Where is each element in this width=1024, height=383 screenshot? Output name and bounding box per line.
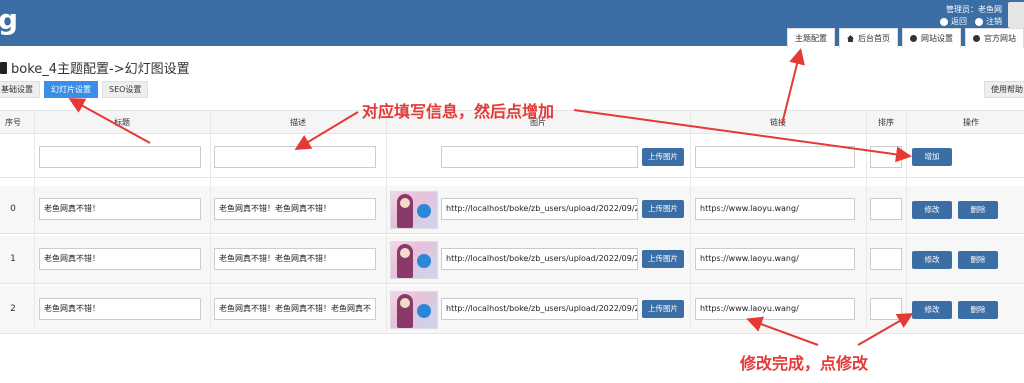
slide-thumbnail <box>390 291 438 329</box>
desc-input[interactable]: 老鱼网真不错！老鱼网真不错！ <box>214 198 376 220</box>
col-index: 序号 <box>5 118 21 127</box>
upload-button[interactable]: 上传图片 <box>642 250 684 268</box>
edit-button[interactable]: 修改 <box>912 251 952 269</box>
col-divider <box>210 110 211 330</box>
link-input[interactable]: https://www.laoyu.wang/ <box>695 298 855 320</box>
fill-hint-annotation: 对应填写信息，然后点增加 <box>362 102 555 121</box>
back-icon <box>940 17 948 26</box>
book-icon <box>0 61 7 74</box>
back-link[interactable]: 返回 <box>940 16 967 27</box>
new-title-input[interactable] <box>39 146 201 168</box>
edit-button[interactable]: 修改 <box>912 301 952 319</box>
globe-icon <box>973 35 980 42</box>
logout-link[interactable]: 注销 <box>975 16 1002 27</box>
edit-button[interactable]: 修改 <box>912 201 952 219</box>
table-row: 2 老鱼网真不错！ 老鱼网真不错！老鱼网真不错！老鱼网真不 http://loc… <box>0 286 1024 334</box>
link-input[interactable]: https://www.laoyu.wang/ <box>695 248 855 270</box>
new-desc-input[interactable] <box>214 146 376 168</box>
desc-input[interactable]: 老鱼网真不错！老鱼网真不错！ <box>214 248 376 270</box>
col-desc: 描述 <box>290 118 306 127</box>
page-title: boke_4主题配置->幻灯图设置 <box>0 58 190 77</box>
tab-official-site[interactable]: 官方网站 <box>965 28 1024 48</box>
order-input[interactable] <box>870 198 902 220</box>
site-logo[interactable]: g <box>0 6 18 34</box>
title-input[interactable]: 老鱼网真不错！ <box>39 248 201 270</box>
top-tabs: 主题配置 后台首页 网站设置 官方网站 <box>787 28 1024 48</box>
row-index: 0 <box>10 204 16 214</box>
subtab-slides[interactable]: 幻灯片设置 <box>44 81 98 98</box>
col-divider <box>906 110 907 330</box>
new-link-input[interactable] <box>695 146 855 168</box>
add-button[interactable]: 增加 <box>912 148 952 166</box>
sub-tabs: 基础设置 幻灯片设置 SEO设置 <box>0 81 149 98</box>
row-index: 2 <box>10 304 16 314</box>
link-input[interactable]: https://www.laoyu.wang/ <box>695 198 855 220</box>
col-title: 标题 <box>114 118 130 127</box>
home-icon <box>847 35 854 42</box>
col-link: 链接 <box>770 118 786 127</box>
delete-button[interactable]: 删除 <box>958 201 998 219</box>
upload-button[interactable]: 上传图片 <box>642 300 684 318</box>
tab-theme-config[interactable]: 主题配置 <box>787 28 835 48</box>
subtab-basic[interactable]: 基础设置 <box>0 81 40 98</box>
col-divider <box>690 110 691 330</box>
col-divider <box>34 110 35 330</box>
image-url-input[interactable]: http://localhost/boke/zb_users/upload/20… <box>441 248 638 270</box>
order-input[interactable] <box>870 298 902 320</box>
table-row: 1 老鱼网真不错！ 老鱼网真不错！老鱼网真不错！ http://localhos… <box>0 236 1024 284</box>
tab-site-settings[interactable]: 网站设置 <box>902 28 961 48</box>
header-links: 返回 注销 <box>940 16 1002 27</box>
desc-input[interactable]: 老鱼网真不错！老鱼网真不错！老鱼网真不 <box>214 298 376 320</box>
tab-admin-home[interactable]: 后台首页 <box>839 28 898 48</box>
avatar[interactable] <box>1008 2 1024 28</box>
gear-icon <box>910 35 917 42</box>
col-divider <box>866 110 867 330</box>
delete-button[interactable]: 删除 <box>958 301 998 319</box>
upload-button[interactable]: 上传图片 <box>642 200 684 218</box>
new-slide-row: 上传图片 增加 <box>0 134 1024 178</box>
new-order-input[interactable] <box>870 146 902 168</box>
col-divider <box>386 110 387 330</box>
title-input[interactable]: 老鱼网真不错！ <box>39 198 201 220</box>
help-button[interactable]: 使用帮助 <box>984 81 1024 98</box>
power-icon <box>975 17 983 26</box>
slide-thumbnail <box>390 241 438 279</box>
delete-button[interactable]: 删除 <box>958 251 998 269</box>
subtab-seo[interactable]: SEO设置 <box>102 81 149 98</box>
title-input[interactable]: 老鱼网真不错！ <box>39 298 201 320</box>
row-index: 1 <box>10 254 16 264</box>
new-upload-button[interactable]: 上传图片 <box>642 148 684 166</box>
slide-thumbnail <box>390 191 438 229</box>
new-image-input[interactable] <box>441 146 638 168</box>
edit-hint-annotation: 修改完成，点修改 <box>740 354 869 373</box>
order-input[interactable] <box>870 248 902 270</box>
col-order: 排序 <box>878 118 894 127</box>
admin-label: 管理员：老鱼网 <box>946 5 1002 14</box>
table-row: 0 老鱼网真不错！ 老鱼网真不错！老鱼网真不错！ http://localhos… <box>0 186 1024 234</box>
image-url-input[interactable]: http://localhost/boke/zb_users/upload/20… <box>441 298 638 320</box>
col-action: 操作 <box>963 118 979 127</box>
image-url-input[interactable]: http://localhost/boke/zb_users/upload/20… <box>441 198 638 220</box>
